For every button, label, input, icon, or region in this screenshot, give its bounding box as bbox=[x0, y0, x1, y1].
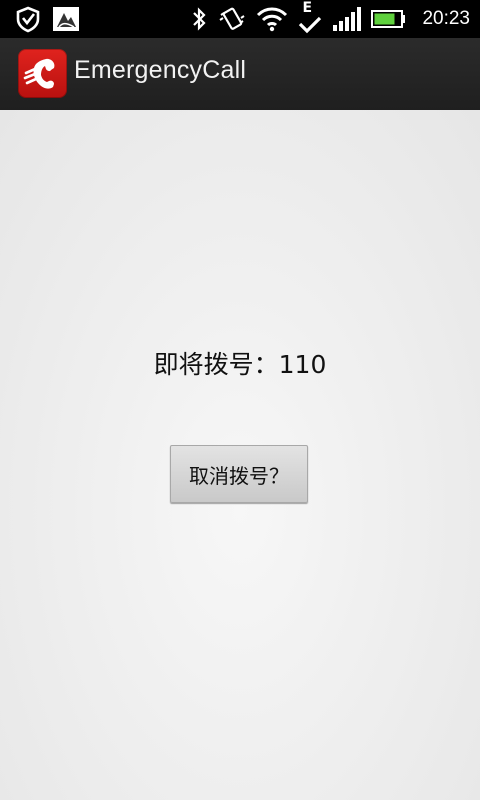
main-content: 即将拨号：110 取消拨号？ bbox=[0, 110, 480, 800]
app-title: EmergencyCall bbox=[74, 56, 247, 84]
data-e-icon: E bbox=[297, 0, 323, 36]
bluetooth-icon bbox=[190, 5, 208, 33]
cancel-dial-button[interactable]: 取消拨号？ bbox=[170, 445, 308, 503]
action-bar: EmergencyCall bbox=[0, 38, 480, 111]
status-bar: E 20:23 bbox=[0, 0, 480, 38]
battery-icon bbox=[371, 5, 407, 33]
dialing-number-text: 即将拨号：110 bbox=[153, 350, 327, 379]
wifi-icon bbox=[256, 5, 288, 33]
status-right: E 20:23 bbox=[190, 0, 470, 36]
vibrate-icon bbox=[217, 5, 247, 33]
signal-icon bbox=[332, 5, 362, 33]
status-time: 20:23 bbox=[422, 8, 470, 29]
network-type-label: E bbox=[302, 0, 313, 16]
phone-call-app-icon[interactable] bbox=[18, 49, 67, 98]
notification-app-icon bbox=[52, 5, 80, 33]
status-left bbox=[14, 5, 80, 33]
shield-icon bbox=[14, 5, 42, 33]
